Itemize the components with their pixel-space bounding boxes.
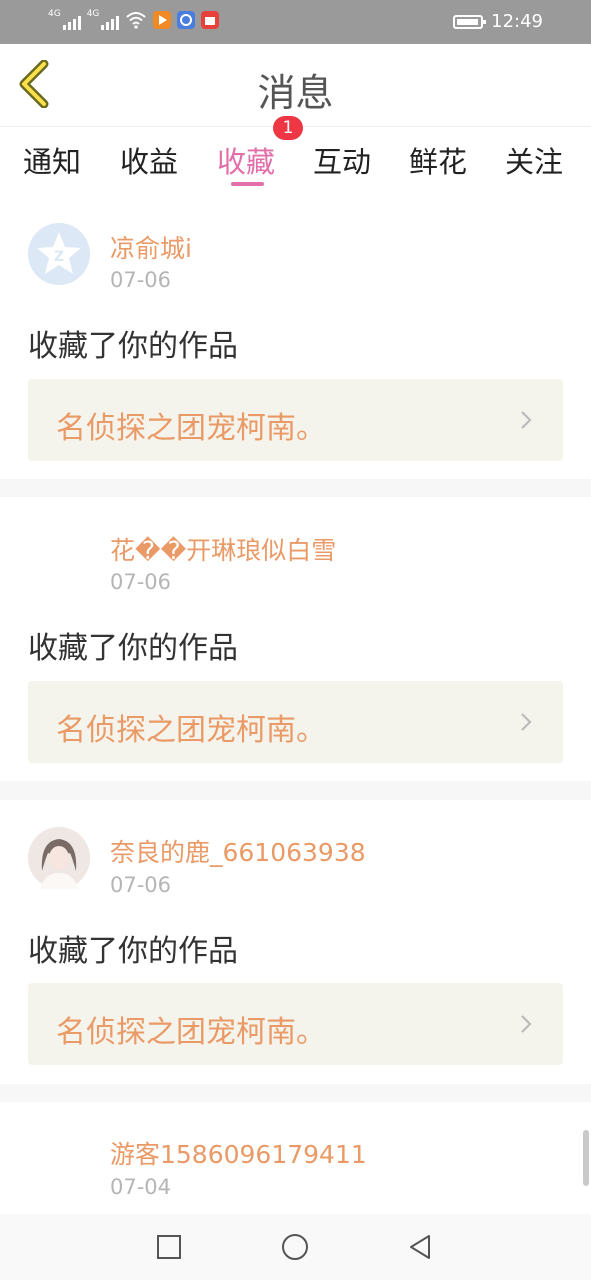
message-card: 奈良的鹿_661063938 07-06 收藏了你的作品 名侦探之团宠柯南。	[0, 800, 591, 1084]
message-card: 游客1586096179411 07-04	[0, 1102, 591, 1214]
video-app-icon	[153, 11, 172, 29]
scrollbar[interactable]	[583, 1130, 589, 1186]
tab-interaction[interactable]: 互动	[313, 139, 371, 181]
unread-badge: 1	[273, 116, 303, 140]
photo-avatar-icon	[28, 827, 90, 889]
message-date: 07-06	[110, 268, 172, 292]
message-card: 花��开琳琅似白雪 07-06 收藏了你的作品 名侦探之团宠柯南。	[0, 497, 591, 781]
header-bar: 消息	[0, 44, 591, 126]
signal-icon: 4G	[87, 10, 120, 30]
page-title: 消息	[257, 71, 334, 115]
work-title: 名侦探之团宠柯南。	[56, 1015, 326, 1050]
work-title: 名侦探之团宠柯南。	[56, 411, 326, 446]
username[interactable]: 花��开琳琅似白雪	[110, 531, 336, 567]
message-date: 07-06	[110, 873, 172, 897]
shopping-app-icon	[201, 11, 220, 29]
action-text: 收藏了你的作品	[28, 329, 238, 364]
work-link[interactable]: 名侦探之团宠柯南。	[28, 379, 563, 461]
network-type-label: 4G	[48, 9, 61, 19]
work-link[interactable]: 名侦探之团宠柯南。	[28, 983, 563, 1065]
avatar[interactable]	[28, 827, 90, 889]
message-date: 07-06	[110, 570, 172, 594]
username[interactable]: 凉俞城i	[110, 229, 192, 265]
signal-icon: 4G	[48, 10, 81, 30]
battery-icon	[453, 14, 487, 29]
tab-favorites[interactable]: 收藏	[217, 139, 275, 181]
message-date: 07-04	[110, 1175, 172, 1199]
tab-notify[interactable]: 通知	[23, 139, 81, 181]
svg-text:Z: Z	[54, 249, 64, 265]
username[interactable]: 游客1586096179411	[110, 1135, 367, 1171]
tab-earnings[interactable]: 收益	[120, 139, 178, 181]
clock: 12:49	[491, 11, 543, 32]
action-text: 收藏了你的作品	[28, 631, 238, 666]
work-link[interactable]: 名侦探之团宠柯南。	[28, 681, 563, 763]
work-title: 名侦探之团宠柯南。	[56, 713, 326, 748]
network-type-label: 4G	[86, 9, 100, 19]
active-tab-indicator	[231, 182, 264, 186]
chevron-right-icon	[521, 411, 532, 429]
status-bar: 4G 4G 12:49	[0, 0, 591, 44]
avatar[interactable]: Z	[28, 223, 90, 285]
tab-follow[interactable]: 关注	[505, 139, 563, 181]
message-card: Z 凉俞城i 07-06 收藏了你的作品 名侦探之团宠柯南。	[0, 195, 591, 479]
action-text: 收藏了你的作品	[28, 934, 238, 969]
tab-flowers[interactable]: 鲜花	[409, 139, 467, 181]
home-icon[interactable]	[281, 1233, 309, 1261]
music-app-icon	[177, 11, 196, 29]
chevron-right-icon	[521, 1015, 532, 1033]
chevron-right-icon	[521, 713, 532, 731]
recent-apps-icon[interactable]	[156, 1234, 182, 1260]
username[interactable]: 奈良的鹿_661063938	[110, 833, 366, 869]
system-nav-bar	[0, 1214, 591, 1280]
default-star-avatar-icon: Z	[37, 232, 81, 274]
wifi-icon	[126, 12, 147, 29]
back-triangle-icon[interactable]	[407, 1233, 433, 1261]
